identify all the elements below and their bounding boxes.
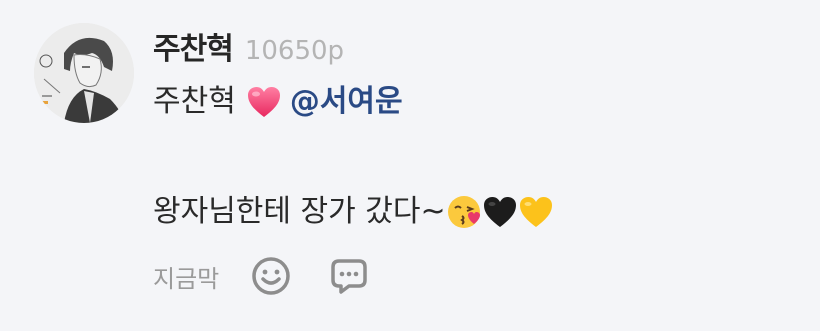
timestamp: 지금막 xyxy=(153,264,220,293)
body-text-2: 왕자님한테 장가 갔다~ xyxy=(153,194,446,229)
author-points: 10650p xyxy=(244,36,345,66)
body-text-1: 주찬혁 xyxy=(153,84,236,119)
avatar[interactable] xyxy=(34,23,134,123)
avatar-image xyxy=(34,23,134,123)
black-heart-emoji xyxy=(483,197,516,227)
yellow-heart-emoji xyxy=(519,197,552,227)
pink-heart-emoji xyxy=(247,87,280,117)
author-name[interactable]: 주찬혁 xyxy=(153,24,234,68)
comment-footer: 지금막 xyxy=(153,256,369,296)
comment-header: 주찬혁 10650p xyxy=(153,24,344,68)
body-line-1: 주찬혁 @서여운 xyxy=(153,78,793,126)
user-mention-link[interactable]: @서여운 xyxy=(290,78,403,126)
comment-item: 주찬혁 10650p 주찬혁 @서여운 왕자님한테 장가 갔다~ 지금막 xyxy=(0,0,820,331)
body-line-2: 왕자님한테 장가 갔다~ xyxy=(153,188,793,236)
speech-bubble-icon[interactable] xyxy=(329,256,369,296)
comment-body: 주찬혁 @서여운 왕자님한테 장가 갔다~ xyxy=(153,78,793,236)
smiley-icon[interactable] xyxy=(251,256,291,296)
kissing-face-emoji xyxy=(447,196,480,228)
